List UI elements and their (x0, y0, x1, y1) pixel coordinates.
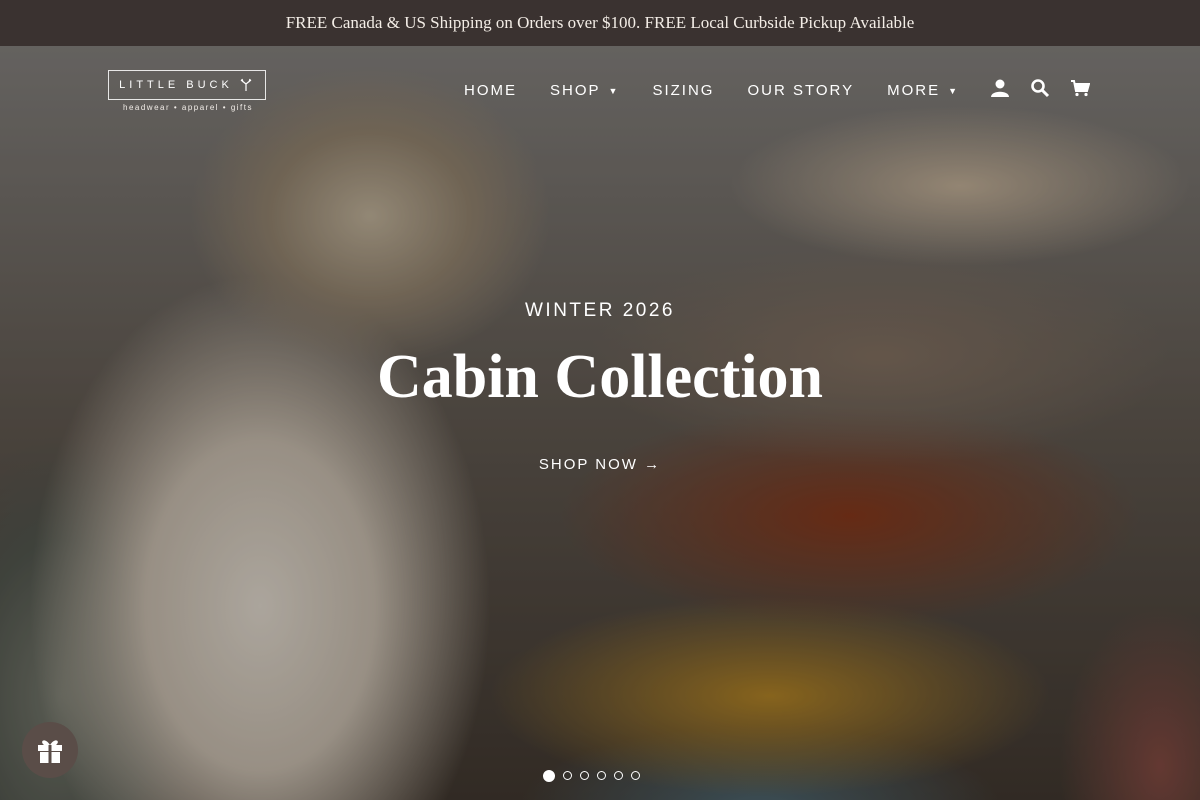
hero-eyebrow: WINTER 2026 (525, 300, 675, 321)
logo-tagline: headwear • apparel • gifts (123, 103, 253, 112)
slide-dot-5[interactable] (614, 771, 623, 780)
nav-sizing[interactable]: SIZING (652, 82, 714, 99)
rewards-button[interactable] (22, 722, 78, 778)
header-icons (990, 78, 1091, 98)
hero-content: WINTER 2026 Cabin Collection SHOP NOW → (0, 300, 1200, 474)
search-icon[interactable] (1030, 78, 1050, 98)
slide-dot-1[interactable] (543, 770, 555, 782)
main-nav: HOME SHOP ▼ SIZING OUR STORY MORE ▼ (464, 82, 992, 99)
slider-pagination (543, 770, 640, 782)
nav-our-story[interactable]: OUR STORY (747, 82, 854, 99)
account-icon[interactable] (990, 78, 1010, 98)
slide-dot-6[interactable] (631, 771, 640, 780)
slide-dot-3[interactable] (580, 771, 589, 780)
nav-more[interactable]: MORE ▼ (887, 82, 959, 99)
chevron-down-icon: ▼ (948, 85, 960, 96)
announcement-text: FREE Canada & US Shipping on Orders over… (285, 13, 915, 32)
site-header: LITTLE BUCK headwear • apparel • gifts H… (0, 46, 1200, 136)
announcement-bar: FREE Canada & US Shipping on Orders over… (0, 0, 1200, 46)
antler-icon (240, 78, 252, 91)
nav-shop[interactable]: SHOP ▼ (550, 82, 619, 99)
chevron-down-icon: ▼ (608, 85, 620, 96)
site-logo[interactable]: LITTLE BUCK headwear • apparel • gifts (108, 70, 268, 112)
hero-headline: Cabin Collection (376, 343, 824, 411)
slide-dot-2[interactable] (563, 771, 572, 780)
slide-dot-4[interactable] (597, 771, 606, 780)
shop-now-link[interactable]: SHOP NOW → (539, 456, 661, 473)
gift-icon (38, 740, 62, 763)
cart-icon[interactable] (1070, 78, 1091, 98)
logo-text: LITTLE BUCK (119, 79, 233, 91)
nav-home[interactable]: HOME (464, 82, 517, 99)
